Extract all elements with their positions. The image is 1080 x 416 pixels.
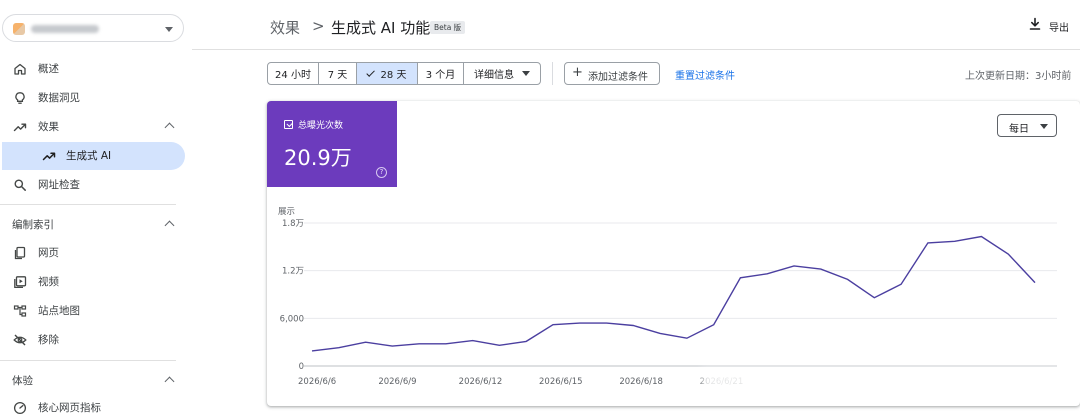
date-range-7d[interactable]: 7 天	[319, 63, 357, 84]
download-icon	[1029, 17, 1041, 30]
sidebar-item-removals[interactable]: 移除	[0, 326, 184, 354]
home-icon	[14, 63, 26, 75]
removal-icon	[13, 334, 27, 346]
lightbulb-icon	[15, 92, 25, 104]
sitemap-icon	[13, 305, 27, 317]
sidebar-item-label: 站点地图	[38, 305, 80, 317]
search-icon	[14, 179, 26, 191]
sidebar: 概述 数据洞见 效果 生成式 AI 网址检查 编制索引 网页 视频 站点地图 移…	[0, 0, 192, 416]
sidebar-item-generative-ai[interactable]: 生成式 AI	[2, 142, 185, 170]
impressions-chart: 展示 0 6,000 1.2万 1.8万 2026/6/6 2026/6/9 2026/6…	[278, 207, 1057, 387]
sidebar-item-label: 核心网页指标	[38, 402, 101, 414]
sidebar-item-pages[interactable]: 网页	[0, 239, 184, 267]
sidebar-item-label: 视频	[38, 276, 59, 288]
beta-badge: Beta 版	[430, 21, 466, 34]
page-title: 生成式 AI 功能	[331, 19, 431, 37]
date-range-3m[interactable]: 3 个月	[418, 63, 464, 84]
chevron-up-icon[interactable]	[164, 376, 175, 387]
y-tick-label: 0	[299, 362, 304, 372]
sidebar-divider	[0, 360, 176, 361]
date-range-28d[interactable]: 28 天	[357, 63, 418, 84]
sidebar-section-indexing[interactable]: 编制索引	[0, 212, 184, 236]
x-tick-label: 2026/6/9	[378, 377, 416, 387]
date-range-label: 24 小时	[275, 70, 311, 81]
export-button[interactable]: 导出	[1028, 16, 1080, 36]
property-selector[interactable]	[2, 14, 184, 42]
sidebar-item-performance[interactable]: 效果	[0, 113, 184, 141]
breadcrumb-performance[interactable]: 效果	[270, 17, 300, 38]
x-tick-label: 2026/6/18	[619, 377, 663, 387]
reset-filters-link[interactable]: 重置过滤条件	[675, 67, 735, 82]
sidebar-item-label: 网址检查	[38, 179, 80, 191]
filter-divider	[552, 62, 553, 85]
page-header: 效果 > 生成式 AI 功能 Beta 版 导出	[192, 0, 1080, 50]
sidebar-item-insights[interactable]: 数据洞见	[0, 84, 184, 112]
trending-up-icon	[13, 123, 27, 132]
date-range-label: 3 个月	[425, 70, 456, 81]
blurred-axis-region	[702, 369, 1064, 391]
sidebar-item-overview[interactable]: 概述	[0, 55, 184, 83]
sidebar-item-label: 概述	[38, 63, 59, 75]
section-label: 体验	[12, 375, 33, 387]
chevron-up-icon[interactable]	[164, 220, 175, 231]
x-tick-label: 2026/6/6	[298, 377, 336, 387]
sidebar-divider	[0, 204, 176, 205]
sidebar-item-label: 生成式 AI	[66, 150, 112, 162]
date-range-label: 7 天	[327, 70, 348, 81]
impressions-series-line	[311, 235, 1036, 352]
sidebar-item-sitemaps[interactable]: 站点地图	[0, 297, 184, 325]
export-label: 导出	[1049, 23, 1069, 34]
x-tick-label: 2026/6/15	[539, 377, 583, 387]
sidebar-item-url-inspection[interactable]: 网址检查	[0, 171, 184, 199]
chevron-down-icon	[522, 71, 530, 76]
trending-up-icon	[42, 152, 56, 161]
chevron-down-icon	[165, 27, 173, 32]
x-tick-label: 2026/6/12	[459, 377, 503, 387]
property-name-redacted	[31, 25, 99, 33]
sidebar-item-label: 效果	[38, 121, 59, 133]
add-filter-label: 添加过滤条件	[588, 72, 648, 83]
performance-card: 总曝光次数 20.9万 ? 每日 展示 0 6,000 1.2万 1.8万 2026/…	[267, 101, 1080, 406]
sidebar-item-label: 移除	[38, 334, 59, 346]
sidebar-item-label: 数据洞见	[38, 92, 80, 104]
last-updated-text: 上次更新日期：3小时前	[965, 71, 1072, 82]
y-axis-label: 展示	[278, 207, 295, 217]
date-range-more-label: 详细信息	[474, 70, 514, 81]
pages-icon	[14, 246, 26, 260]
sidebar-section-experience[interactable]: 体验	[0, 368, 184, 392]
add-filter-button[interactable]: + 添加过滤条件	[564, 62, 660, 85]
video-icon	[14, 276, 27, 289]
chevron-up-icon[interactable]	[164, 122, 175, 133]
breadcrumb-separator: >	[312, 17, 325, 35]
date-range-group: 24 小时 7 天 28 天 3 个月 详细信息	[267, 62, 541, 85]
date-range-24h[interactable]: 24 小时	[268, 63, 319, 84]
property-avatar	[13, 23, 25, 35]
sidebar-item-label: 网页	[38, 247, 59, 259]
y-tick-label: 1.2万	[282, 267, 304, 277]
date-range-more-dropdown[interactable]: 详细信息	[464, 63, 540, 84]
sidebar-item-core-web-vitals[interactable]: 核心网页指标	[0, 394, 184, 416]
plus-icon: +	[572, 65, 583, 80]
section-label: 编制索引	[12, 219, 54, 231]
y-tick-label: 6,000	[280, 314, 304, 324]
date-range-label: 28 天	[380, 70, 407, 81]
gauge-icon	[13, 401, 27, 415]
sidebar-item-videos[interactable]: 视频	[0, 268, 184, 296]
y-tick-label: 1.8万	[282, 219, 304, 229]
check-icon	[365, 67, 375, 77]
